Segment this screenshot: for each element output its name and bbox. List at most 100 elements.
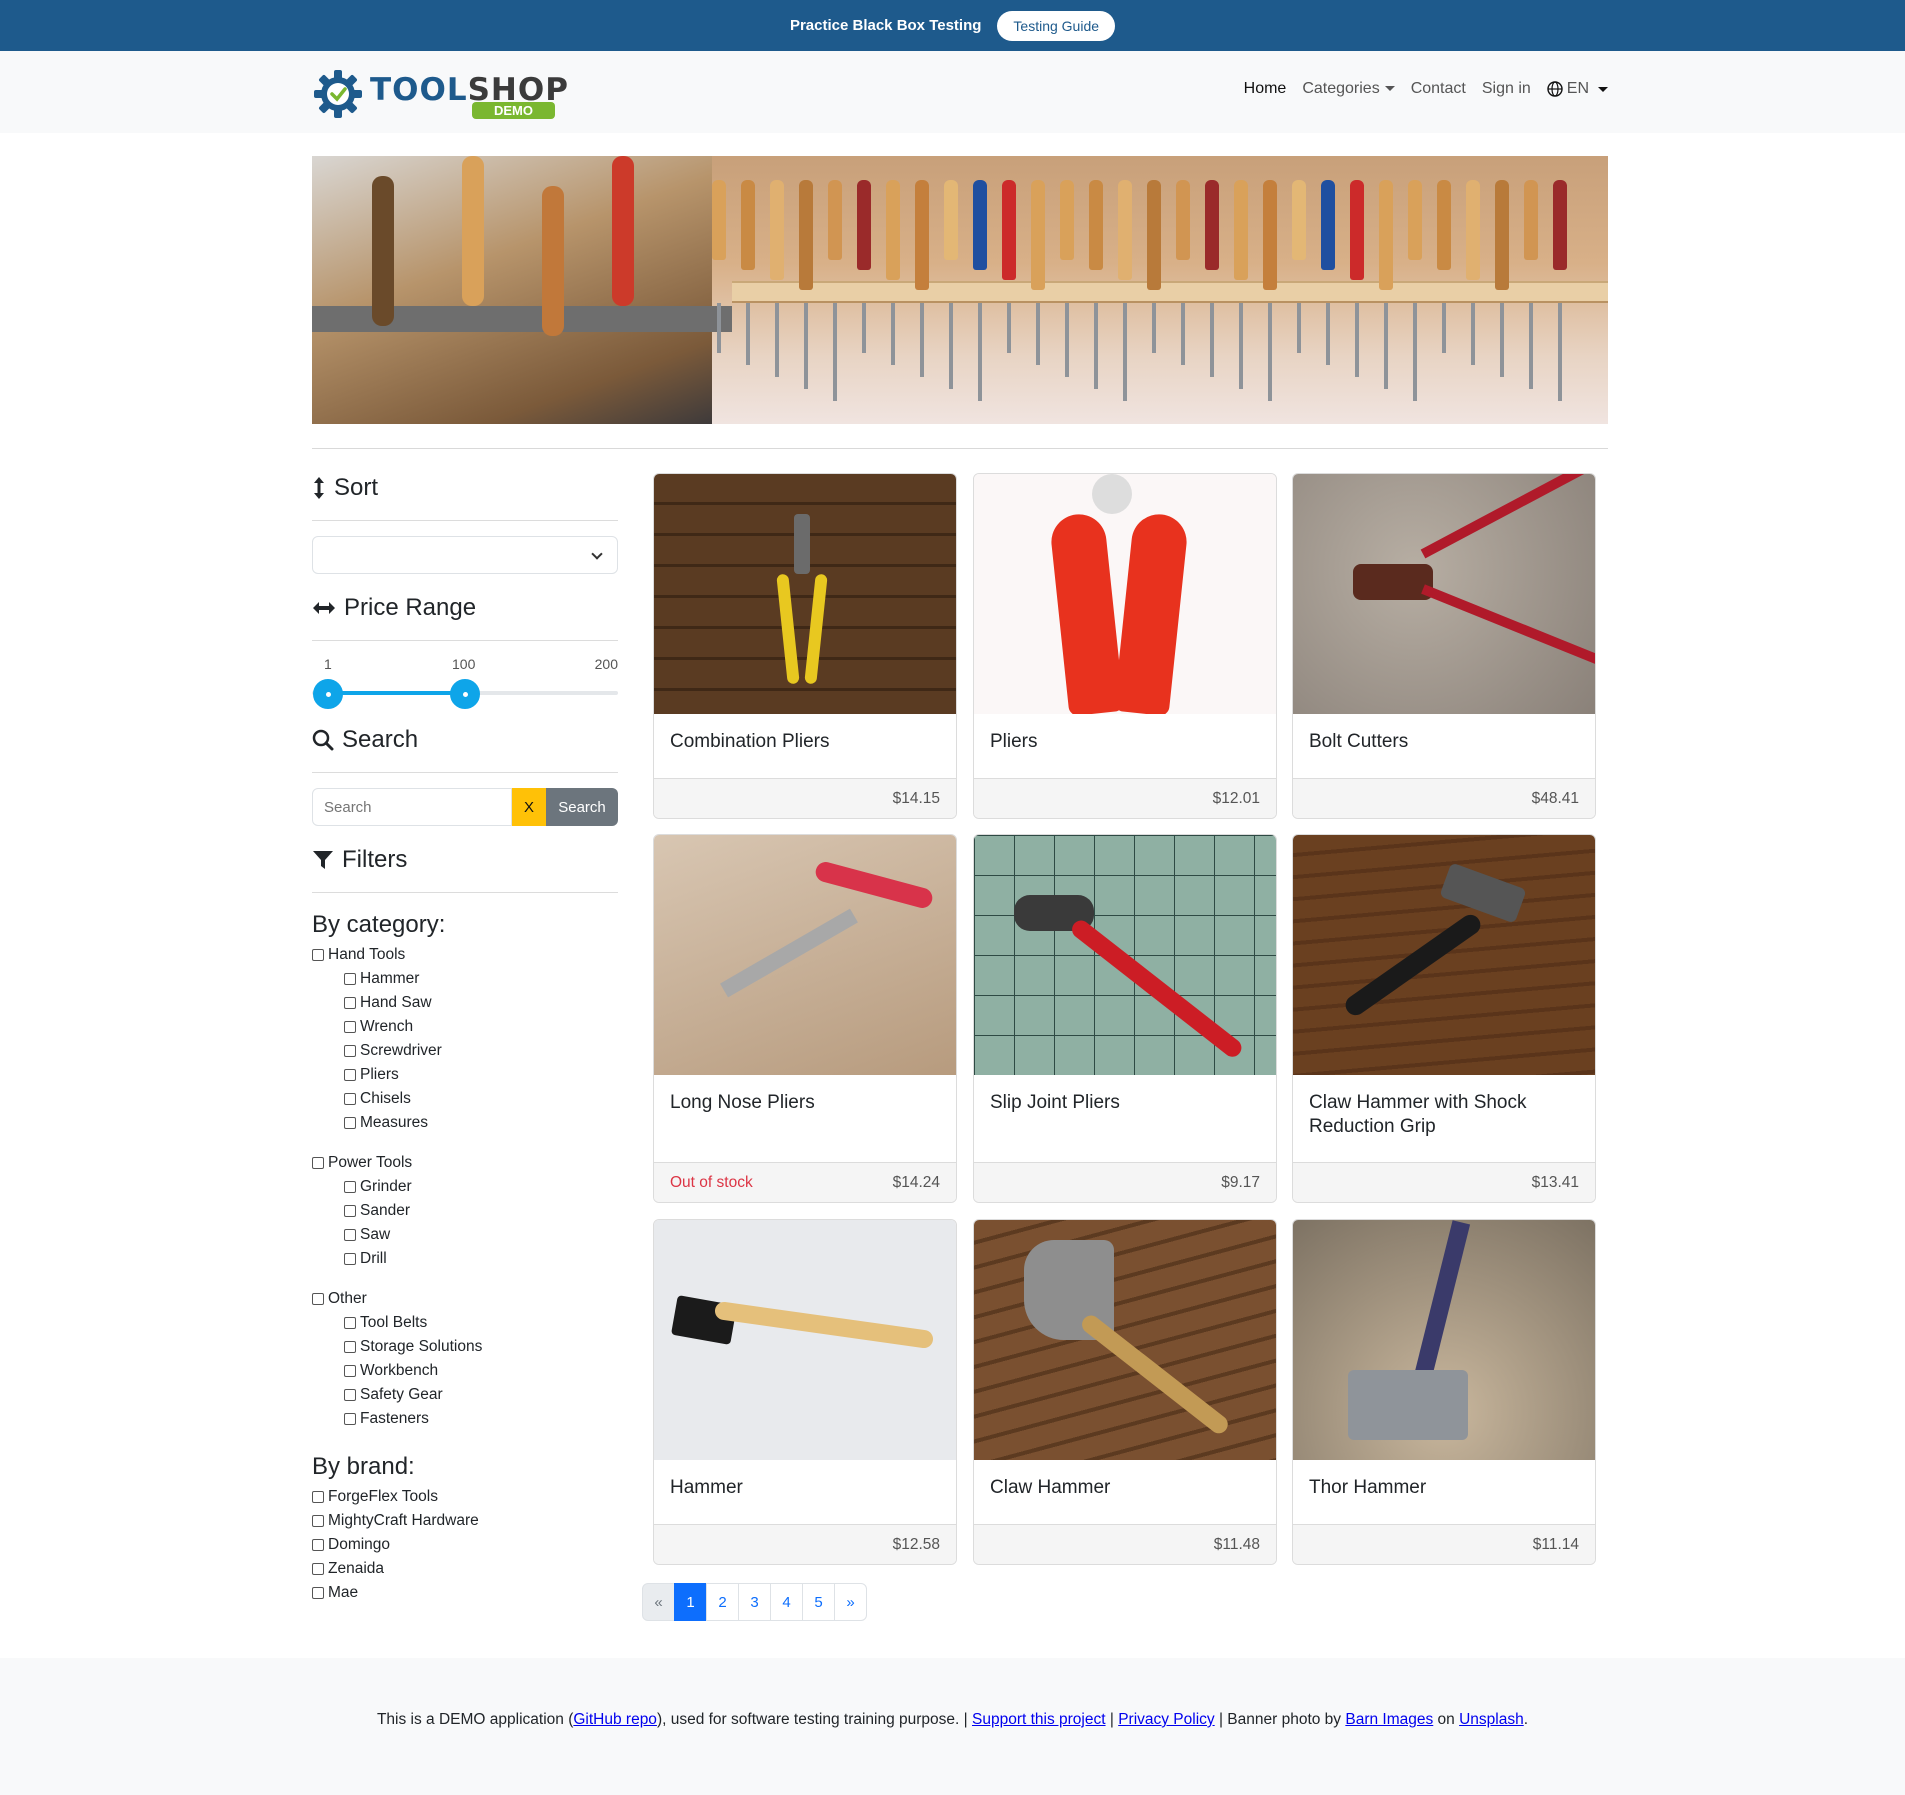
sort-select[interactable]: [312, 536, 618, 574]
checkbox[interactable]: [312, 949, 324, 961]
subcategory-label: Tool Belts: [360, 1314, 428, 1331]
price-min-handle[interactable]: [313, 679, 343, 709]
subcategory-filter[interactable]: Workbench: [312, 1359, 618, 1383]
checkbox[interactable]: [344, 1229, 356, 1241]
nav-contact[interactable]: Contact: [1411, 80, 1466, 98]
brand-label: Mae: [328, 1584, 359, 1601]
nav-home[interactable]: Home: [1244, 80, 1287, 98]
category-label: Hand Tools: [328, 946, 406, 963]
product-price: $9.17: [1221, 1174, 1260, 1191]
subcategory-filter[interactable]: Tool Belts: [312, 1311, 618, 1335]
checkbox[interactable]: [344, 1341, 356, 1353]
subcategory-filter[interactable]: Safety Gear: [312, 1383, 618, 1407]
subcategory-filter[interactable]: Wrench: [312, 1015, 618, 1039]
checkbox[interactable]: [344, 1117, 356, 1129]
checkbox[interactable]: [344, 1365, 356, 1377]
pagination-prev[interactable]: «: [642, 1583, 675, 1621]
search-clear-button[interactable]: X: [512, 788, 546, 826]
brand-filter[interactable]: Domingo: [312, 1533, 618, 1557]
github-repo-link[interactable]: GitHub repo: [573, 1711, 657, 1728]
product-card[interactable]: Long Nose Pliers Out of stock $14.24: [653, 834, 957, 1203]
product-footer: $13.41: [1293, 1162, 1595, 1202]
checkbox[interactable]: [344, 997, 356, 1009]
nav-categories[interactable]: Categories: [1302, 80, 1395, 98]
product-card[interactable]: Claw Hammer with Shock Reduction Grip $13…: [1292, 834, 1596, 1203]
subcategory-filter[interactable]: Screwdriver: [312, 1039, 618, 1063]
product-image: [974, 474, 1276, 714]
subcategory-filter[interactable]: Grinder: [312, 1175, 618, 1199]
subcategory-filter[interactable]: Saw: [312, 1223, 618, 1247]
price-max-handle[interactable]: [450, 679, 480, 709]
checkbox[interactable]: [312, 1539, 324, 1551]
product-card[interactable]: Pliers $12.01: [973, 473, 1277, 819]
search-submit-button[interactable]: Search: [546, 788, 618, 826]
category-other-filter[interactable]: Other: [312, 1287, 618, 1311]
product-name: Slip Joint Pliers: [990, 1092, 1120, 1113]
brand-filter[interactable]: Mae: [312, 1581, 618, 1605]
search-input[interactable]: [312, 788, 512, 826]
language-select[interactable]: EN: [1547, 80, 1608, 98]
checkbox[interactable]: [344, 1253, 356, 1265]
subcategory-filter[interactable]: Drill: [312, 1247, 618, 1271]
checkbox[interactable]: [312, 1587, 324, 1599]
product-card[interactable]: Combination Pliers $14.15: [653, 473, 957, 819]
product-price: $12.58: [892, 1536, 940, 1553]
brand-label: Domingo: [328, 1536, 391, 1553]
checkbox[interactable]: [312, 1293, 324, 1305]
privacy-policy-link[interactable]: Privacy Policy: [1118, 1711, 1214, 1728]
checkbox[interactable]: [344, 1317, 356, 1329]
subcategory-filter[interactable]: Fasteners: [312, 1407, 618, 1431]
checkbox[interactable]: [312, 1515, 324, 1527]
product-price: $13.41: [1531, 1174, 1579, 1191]
pagination-page-2[interactable]: 2: [706, 1583, 739, 1621]
brand-filter[interactable]: ForgeFlex Tools: [312, 1485, 618, 1509]
pagination-next[interactable]: »: [834, 1583, 867, 1621]
pagination: « 1 2 3 4 5 »: [642, 1583, 867, 1621]
checkbox[interactable]: [344, 1413, 356, 1425]
product-name: Long Nose Pliers: [670, 1092, 815, 1113]
subcategory-filter[interactable]: Storage Solutions: [312, 1335, 618, 1359]
checkbox[interactable]: [344, 1021, 356, 1033]
nav-signin[interactable]: Sign in: [1482, 80, 1531, 98]
checkbox[interactable]: [344, 973, 356, 985]
checkbox[interactable]: [344, 1181, 356, 1193]
subcategory-filter[interactable]: Sander: [312, 1199, 618, 1223]
testing-guide-button[interactable]: Testing Guide: [997, 10, 1116, 41]
pagination-page-3[interactable]: 3: [738, 1583, 771, 1621]
checkbox[interactable]: [344, 1045, 356, 1057]
subcategory-label: Saw: [360, 1226, 391, 1243]
pagination-page-5[interactable]: 5: [802, 1583, 835, 1621]
checkbox[interactable]: [312, 1563, 324, 1575]
subcategory-filter[interactable]: Hand Saw: [312, 991, 618, 1015]
checkbox[interactable]: [312, 1157, 324, 1169]
product-footer: $12.58: [654, 1524, 956, 1564]
barn-images-link[interactable]: Barn Images: [1345, 1711, 1433, 1728]
pagination-page-1[interactable]: 1: [674, 1583, 707, 1621]
support-project-link[interactable]: Support this project: [972, 1711, 1106, 1728]
category-power-filter[interactable]: Power Tools: [312, 1151, 618, 1175]
filter-sidebar: Sort Price Range 1 100 200 Search X Sear…: [312, 470, 618, 1605]
product-card[interactable]: Slip Joint Pliers $9.17: [973, 834, 1277, 1203]
subcategory-filter[interactable]: Hammer: [312, 967, 618, 991]
category-hand-filter[interactable]: Hand Tools: [312, 943, 618, 967]
subcategory-filter[interactable]: Measures: [312, 1111, 618, 1135]
checkbox[interactable]: [344, 1389, 356, 1401]
checkbox[interactable]: [344, 1205, 356, 1217]
product-price: $11.14: [1532, 1536, 1579, 1553]
price-range-slider[interactable]: 1 100 200: [312, 656, 618, 716]
subcategory-filter[interactable]: Pliers: [312, 1063, 618, 1087]
product-card[interactable]: Thor Hammer $11.14: [1292, 1219, 1596, 1565]
product-card[interactable]: Hammer $12.58: [653, 1219, 957, 1565]
brand-filter[interactable]: Zenaida: [312, 1557, 618, 1581]
product-card[interactable]: Bolt Cutters $48.41: [1292, 473, 1596, 819]
toolshop-logo[interactable]: TOOLSHOP DEMO: [312, 64, 568, 120]
checkbox[interactable]: [312, 1491, 324, 1503]
checkbox[interactable]: [344, 1093, 356, 1105]
subcategory-filter[interactable]: Chisels: [312, 1087, 618, 1111]
product-card[interactable]: Claw Hammer $11.48: [973, 1219, 1277, 1565]
product-name: Thor Hammer: [1309, 1477, 1427, 1498]
brand-filter[interactable]: MightyCraft Hardware: [312, 1509, 618, 1533]
unsplash-link[interactable]: Unsplash: [1459, 1711, 1524, 1728]
pagination-page-4[interactable]: 4: [770, 1583, 803, 1621]
checkbox[interactable]: [344, 1069, 356, 1081]
